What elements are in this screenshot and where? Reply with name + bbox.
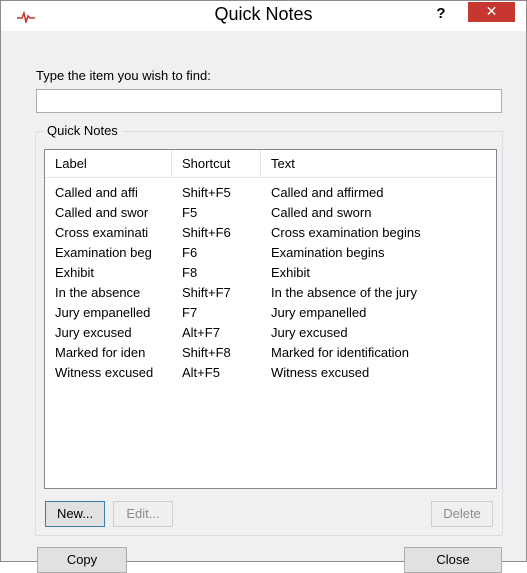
row-label: Witness excused [55,365,154,380]
row-text: Witness excused [271,365,370,380]
quick-notes-list[interactable]: Label Shortcut Text Called and affi Shif… [44,149,497,489]
row-shortcut: F5 [182,205,198,220]
column-header-text[interactable]: Text [261,150,496,178]
row-label: In the absence [55,285,141,300]
list-header: Label Shortcut Text [45,150,496,178]
dialog-body: Type the item you wish to find: Quick No… [1,31,526,573]
list-row[interactable]: Jury excused Alt+F7 Jury excused [45,323,496,343]
row-label: Jury excused [55,325,132,340]
quick-notes-dialog: Quick Notes ? ✕ Type the item you wish t… [0,0,527,573]
row-shortcut: F6 [182,245,198,260]
row-shortcut: Shift+F7 [182,285,231,300]
row-text: Cross examination begins [271,225,421,240]
row-shortcut: F7 [182,305,198,320]
row-text: Exhibit [271,265,311,280]
list-row[interactable]: Called and affi Shift+F5 Called and affi… [45,183,496,203]
row-shortcut: Shift+F5 [182,185,231,200]
title-bar[interactable]: Quick Notes ? ✕ [1,1,526,31]
list-row[interactable]: Jury empanelled F7 Jury empanelled [45,303,496,323]
row-label: Exhibit [55,265,95,280]
list-row[interactable]: Called and swor F5 Called and sworn [45,203,496,223]
column-header-shortcut[interactable]: Shortcut [172,150,261,178]
row-shortcut: Shift+F8 [182,345,231,360]
row-shortcut: Shift+F6 [182,225,231,240]
row-text: Jury empanelled [271,305,367,320]
list-row[interactable]: Marked for iden Shift+F8 Marked for iden… [45,343,496,363]
help-button[interactable]: ? [431,3,451,27]
row-text: In the absence of the jury [271,285,417,300]
close-icon: ✕ [485,3,498,19]
edit-button[interactable]: Edit... [113,501,173,527]
column-header-label[interactable]: Label [45,150,172,178]
list-row[interactable]: Exhibit F8 Exhibit [45,263,496,283]
close-button[interactable]: Close [404,547,502,573]
find-label: Type the item you wish to find: [36,68,211,83]
row-text: Called and sworn [271,205,372,220]
new-button[interactable]: New... [45,501,105,527]
row-label: Jury empanelled [55,305,151,320]
row-text: Called and affirmed [271,185,384,200]
list-row[interactable]: Examination beg F6 Examination begins [45,243,496,263]
list-row[interactable]: Cross examinati Shift+F6 Cross examinati… [45,223,496,243]
find-input[interactable] [36,89,502,113]
row-label: Marked for iden [55,345,146,360]
list-row[interactable]: In the absence Shift+F7 In the absence o… [45,283,496,303]
row-shortcut: Alt+F7 [182,325,220,340]
groupbox-label: Quick Notes [43,123,122,138]
list-row[interactable]: Witness excused Alt+F5 Witness excused [45,363,496,383]
row-text: Examination begins [271,245,385,260]
row-label: Called and affi [55,185,138,200]
row-label: Called and swor [55,205,149,220]
row-text: Marked for identification [271,345,410,360]
row-label: Cross examinati [55,225,149,240]
close-window-button[interactable]: ✕ [468,2,515,22]
row-label: Examination beg [55,245,152,260]
row-shortcut: Alt+F5 [182,365,220,380]
row-text: Jury excused [271,325,348,340]
row-shortcut: F8 [182,265,198,280]
copy-button[interactable]: Copy [37,547,127,573]
delete-button[interactable]: Delete [431,501,493,527]
list-rows: Called and affi Shift+F5 Called and affi… [45,183,496,383]
